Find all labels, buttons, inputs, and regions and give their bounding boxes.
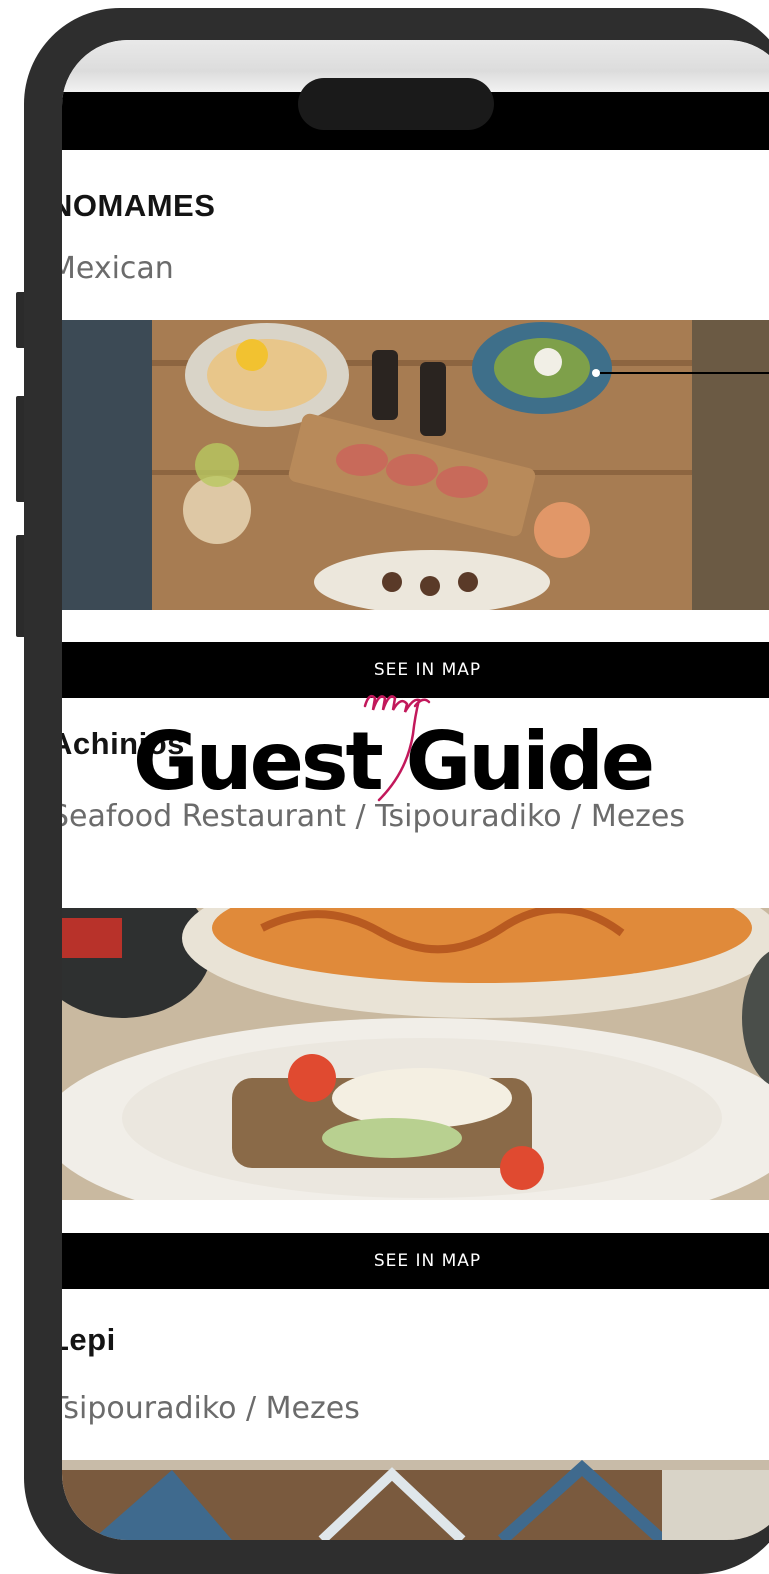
restaurant-photo	[62, 908, 769, 1200]
annotation-line	[597, 372, 769, 374]
restaurant-photo	[62, 1460, 769, 1540]
my-guest-guide-logo: Guest Guide	[133, 695, 673, 812]
annotation-dot	[592, 369, 600, 377]
pasta-dish-photo-icon	[62, 908, 769, 1200]
taverna-chairs-photo-icon	[62, 1460, 769, 1540]
restaurant-photo	[62, 320, 769, 610]
restaurant-cuisine: Mexican	[62, 251, 174, 286]
dynamic-island	[298, 78, 494, 130]
restaurant-cuisine: Tsipouradiko / Mezes	[62, 1391, 360, 1426]
see-in-map-button[interactable]: SEE IN MAP	[62, 1233, 769, 1289]
logo-script-icon	[363, 695, 431, 802]
mockup-stage: NOMAMES Mexican SEE IN MAP Achinios Seaf…	[0, 0, 769, 1574]
restaurant-name: Lepi	[62, 1322, 116, 1357]
food-table-photo-icon	[62, 320, 769, 610]
restaurant-name: NOMAMES	[62, 188, 216, 223]
